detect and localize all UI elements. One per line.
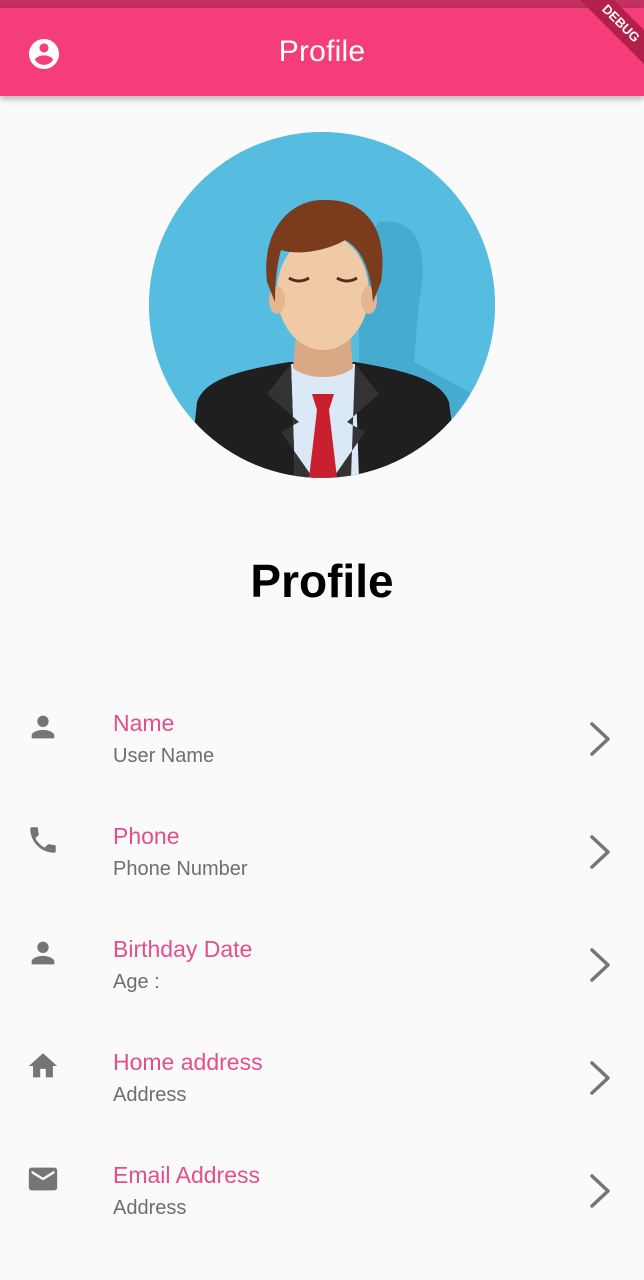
email-icon xyxy=(28,1167,58,1191)
item-title: Phone xyxy=(113,823,180,849)
person-icon xyxy=(31,941,55,965)
item-title: Birthday Date xyxy=(113,936,253,962)
list-item-email[interactable]: Email Address Address xyxy=(0,1128,644,1241)
list-item-home-address[interactable]: Home address Address xyxy=(0,1015,644,1128)
profile-list: Name User Name Phone Phone Number Birthd… xyxy=(0,676,644,1241)
chevron-right-icon xyxy=(590,1174,610,1208)
app-bar: Profile xyxy=(0,8,644,96)
app-bar-title: Profile xyxy=(278,35,366,68)
list-item-birthday[interactable]: Birthday Date Age : xyxy=(0,902,644,1015)
item-subtitle: Age : xyxy=(113,971,160,993)
status-strip xyxy=(0,0,644,8)
item-subtitle: Phone Number xyxy=(113,858,248,880)
chevron-right-icon xyxy=(590,948,610,982)
person-icon xyxy=(31,715,55,739)
item-title: Name xyxy=(113,710,175,736)
chevron-right-icon xyxy=(590,722,610,756)
item-title: Home address xyxy=(113,1049,263,1075)
list-item-phone[interactable]: Phone Phone Number xyxy=(0,789,644,902)
chevron-right-icon xyxy=(590,1061,610,1095)
list-item-name[interactable]: Name User Name xyxy=(0,676,644,789)
chevron-right-icon xyxy=(590,835,610,869)
avatar-illustration xyxy=(149,132,495,478)
item-subtitle: Address xyxy=(113,1084,187,1106)
profile-heading: Profile xyxy=(250,555,394,607)
item-title: Email Address xyxy=(113,1162,261,1188)
item-subtitle: Address xyxy=(113,1197,187,1219)
phone-icon xyxy=(30,827,56,853)
profile-avatar xyxy=(149,132,495,478)
item-subtitle: User Name xyxy=(113,745,215,767)
home-icon xyxy=(28,1053,58,1078)
